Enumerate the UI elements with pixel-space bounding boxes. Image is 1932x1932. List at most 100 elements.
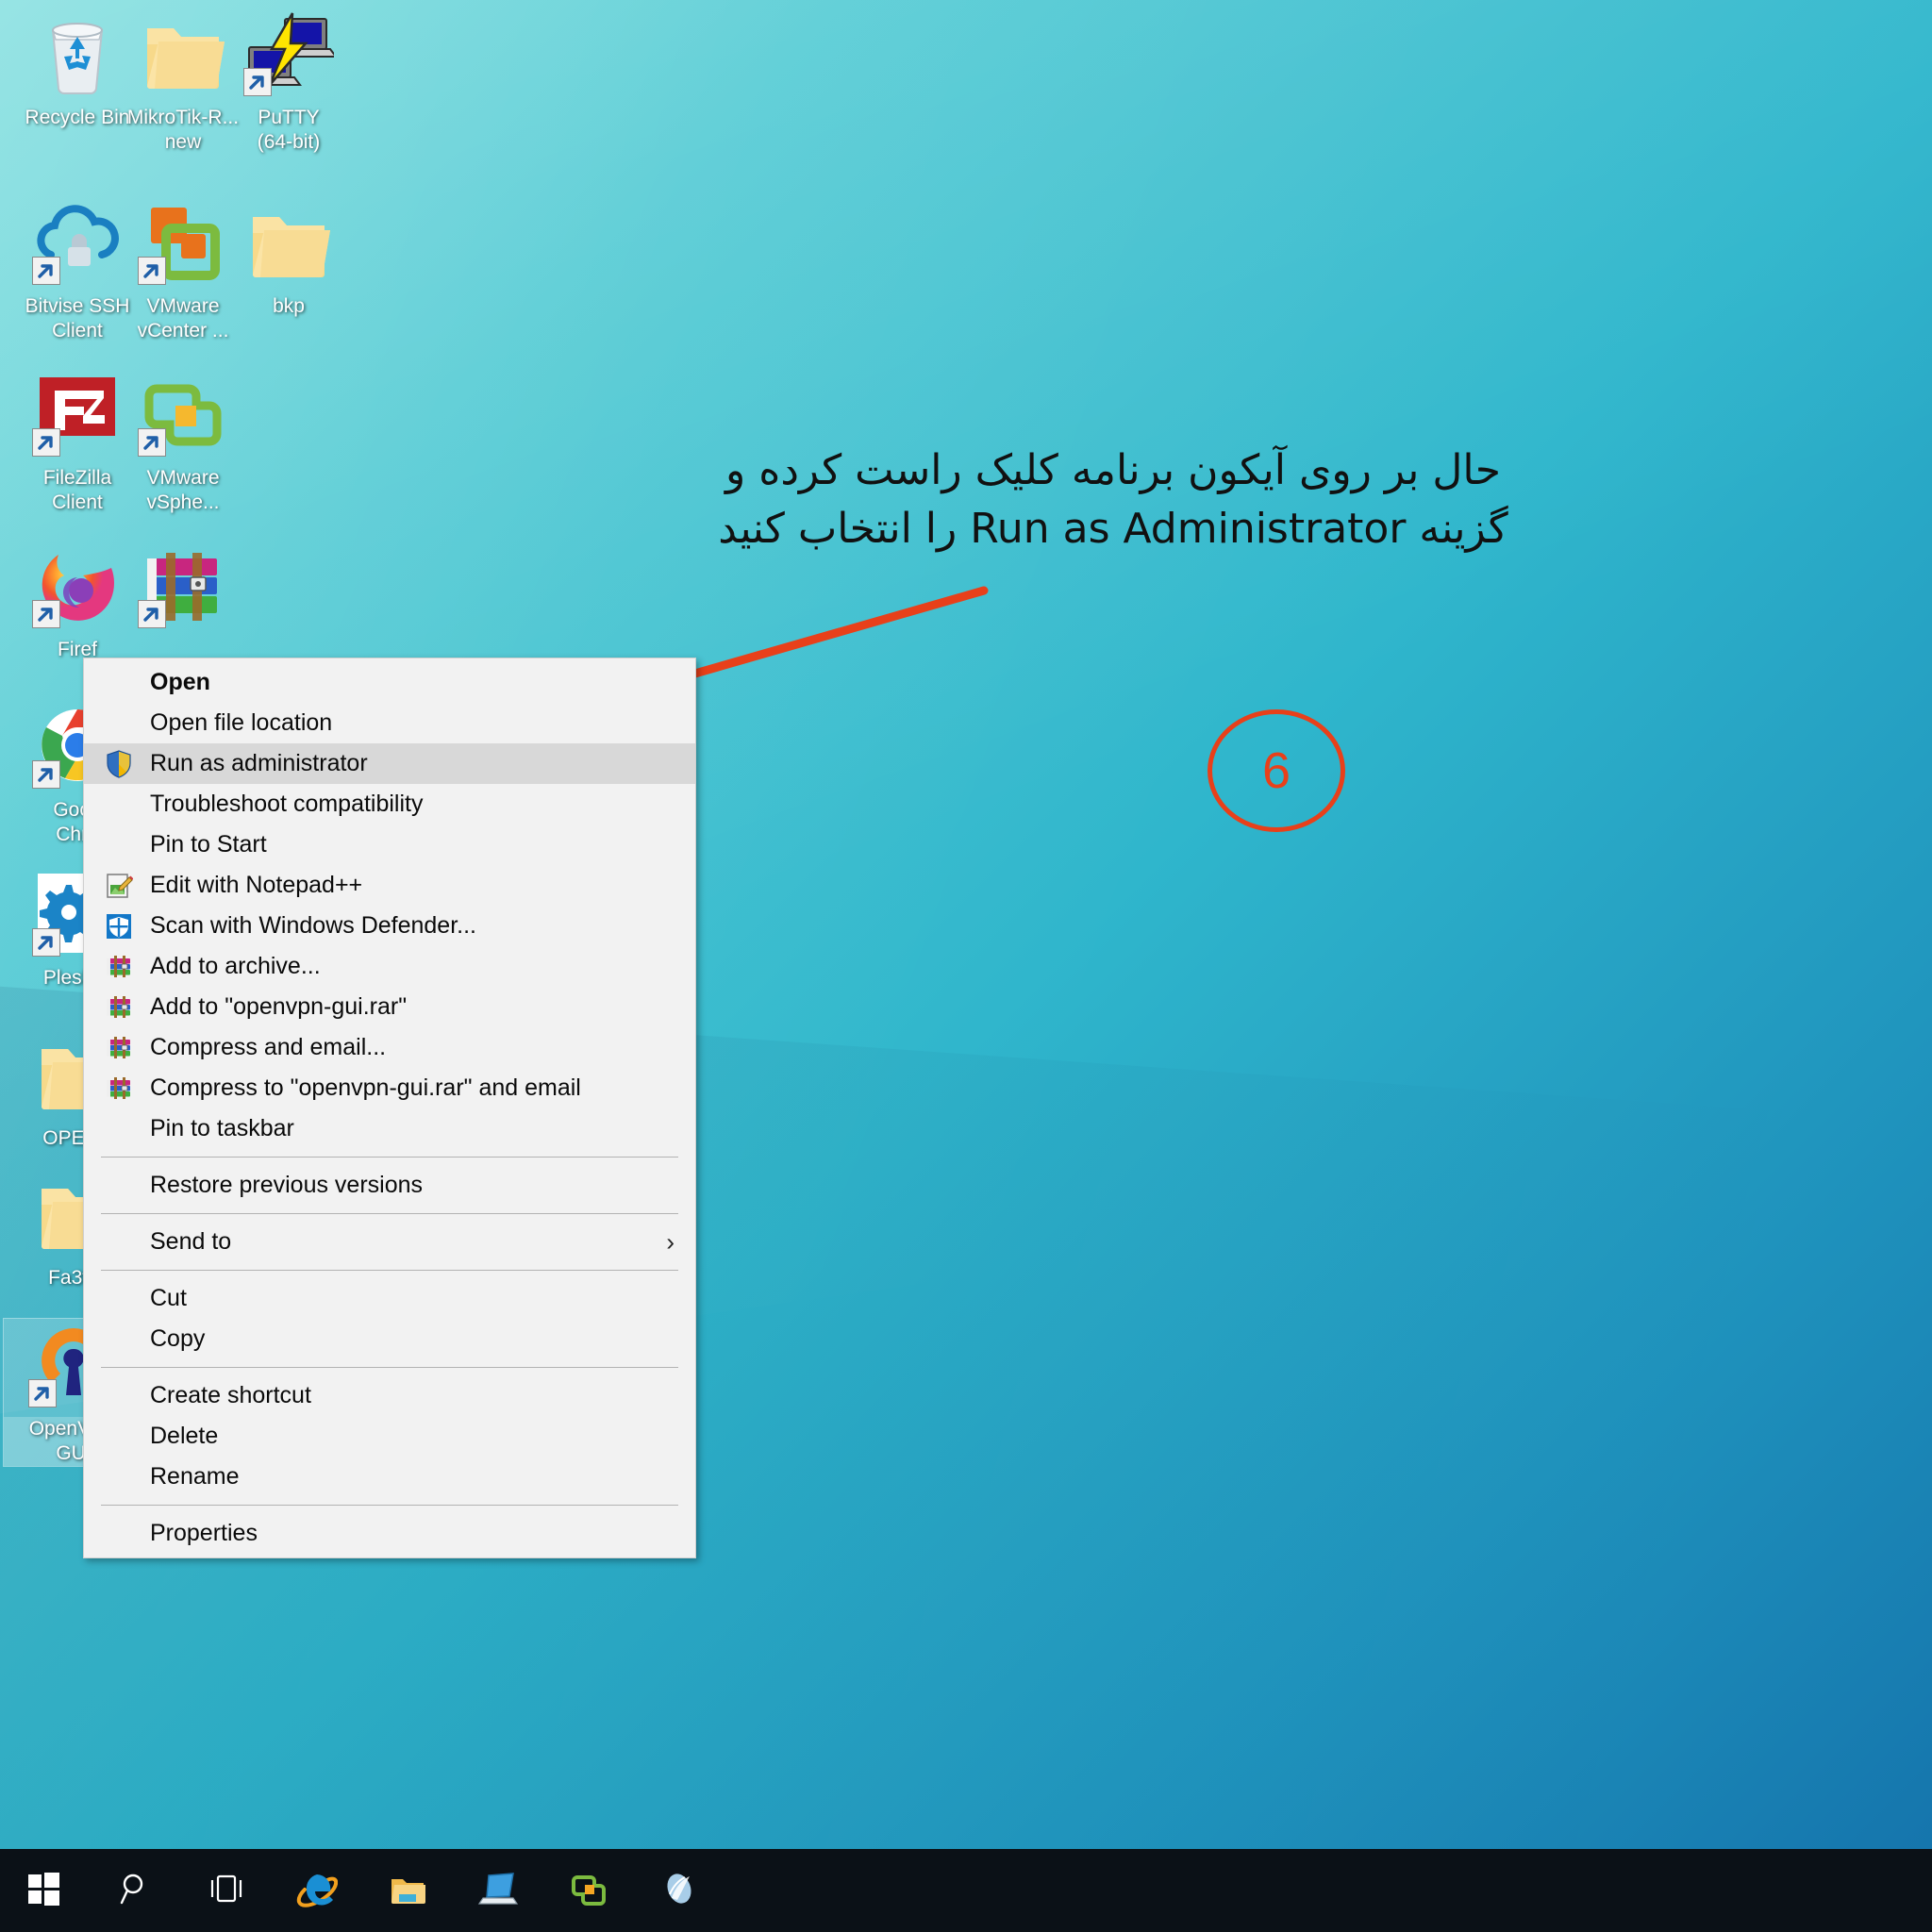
menu-item-send-to[interactable]: Send to › [84, 1222, 695, 1262]
remote-desktop-icon [477, 1868, 519, 1914]
filezilla-icon [32, 368, 123, 458]
desktop-icon-vmware-vsphere[interactable]: VMware vSphe... [113, 368, 253, 515]
winrar-icon [105, 1034, 133, 1062]
shortcut-overlay-icon [28, 1379, 57, 1407]
menu-item-copy[interactable]: Copy [84, 1319, 695, 1359]
shield-icon [105, 749, 133, 778]
internet-explorer-icon [296, 1868, 339, 1914]
annotation-line-2: گزینه Run as Administrator را انتخاب کنی… [718, 505, 1508, 553]
menu-item-restore-previous-versions[interactable]: Restore previous versions [84, 1165, 695, 1206]
menu-item-label: Pin to taskbar [150, 1115, 294, 1141]
step-number-badge: 6 [1208, 709, 1345, 832]
menu-item-pin-to-start[interactable]: Pin to Start [84, 824, 695, 865]
menu-separator [101, 1367, 678, 1368]
menu-item-add-to-archive[interactable]: Add to archive... [84, 946, 695, 987]
defender-icon [105, 912, 133, 941]
vmware-vcenter-icon [138, 196, 228, 287]
menu-item-label: Pin to Start [150, 831, 267, 858]
menu-item-label: Compress to "openvpn-gui.rar" and email [150, 1074, 581, 1101]
putty-icon [243, 8, 338, 98]
shortcut-overlay-icon [32, 257, 60, 285]
desktop-icon-bkp-folder[interactable]: bkp [219, 196, 358, 319]
notepadpp-icon [105, 872, 134, 900]
windows-logo-icon [23, 1868, 64, 1914]
menu-item-label: Edit with Notepad++ [150, 872, 363, 898]
menu-item-open[interactable]: Open [84, 662, 695, 703]
desktop-icon-winrar-openvpn-gui[interactable] [113, 540, 253, 638]
vmware-vsphere-icon [138, 368, 228, 458]
shortcut-overlay-icon [32, 928, 60, 957]
menu-separator [101, 1270, 678, 1271]
start-button[interactable] [0, 1849, 87, 1932]
menu-item-label: Run as administrator [150, 750, 368, 776]
context-menu[interactable]: Open Open file location Run as administra… [83, 658, 696, 1558]
step-number-label: 6 [1261, 742, 1291, 799]
shortcut-overlay-icon [138, 428, 166, 457]
shortcut-overlay-icon [32, 600, 60, 628]
menu-item-open-file-location[interactable]: Open file location [84, 703, 695, 743]
menu-item-compress-and-email[interactable]: Compress and email... [84, 1027, 695, 1068]
menu-item-label: Cut [150, 1285, 187, 1311]
menu-item-cut[interactable]: Cut [84, 1278, 695, 1319]
folder-icon [138, 8, 228, 98]
search-button[interactable] [94, 1849, 177, 1932]
menu-item-troubleshoot-compatibility[interactable]: Troubleshoot compatibility [84, 784, 695, 824]
menu-separator [101, 1157, 678, 1158]
desktop-icon-label: bkp [273, 295, 305, 317]
menu-item-label: Scan with Windows Defender... [150, 912, 476, 939]
menu-separator [101, 1505, 678, 1506]
menu-item-rename[interactable]: Rename [84, 1457, 695, 1497]
menu-item-create-shortcut[interactable]: Create shortcut [84, 1375, 695, 1416]
shortcut-overlay-icon [32, 428, 60, 457]
menu-item-label: Open [150, 669, 210, 695]
menu-item-run-as-administrator[interactable]: Run as administrator [84, 743, 695, 784]
winrar-icon [105, 953, 133, 981]
shortcut-overlay-icon [138, 600, 166, 628]
desktop-icon-label: VMware vSphe... [146, 467, 220, 513]
folder-icon [243, 196, 334, 287]
menu-item-add-to-openvpn-gui-rar[interactable]: Add to "openvpn-gui.rar" [84, 987, 695, 1027]
menu-item-delete[interactable]: Delete [84, 1416, 695, 1457]
vmware-icon [568, 1868, 609, 1914]
vmware-vsphere-task[interactable] [547, 1849, 630, 1932]
mysql-workbench[interactable] [638, 1849, 721, 1932]
menu-item-label: Compress and email... [150, 1034, 387, 1060]
menu-item-label: Troubleshoot compatibility [150, 791, 424, 817]
bitvise-icon [32, 196, 123, 287]
internet-explorer[interactable] [275, 1849, 358, 1932]
dolphin-icon [658, 1868, 700, 1914]
menu-item-scan-with-windows-defender[interactable]: Scan with Windows Defender... [84, 906, 695, 946]
folder-icon [387, 1868, 428, 1914]
menu-item-compress-to-openvpn-gui-rar-and-email[interactable]: Compress to "openvpn-gui.rar" and email [84, 1068, 695, 1108]
taskbar[interactable] [0, 1849, 1932, 1932]
menu-item-label: Copy [150, 1325, 206, 1352]
menu-item-label: Delete [150, 1423, 219, 1449]
search-icon [115, 1868, 157, 1914]
winrar-icon [105, 1074, 133, 1103]
menu-item-label: Add to "openvpn-gui.rar" [150, 993, 408, 1020]
firefox-icon [32, 540, 123, 630]
desktop-icon-putty-64bit[interactable]: PuTTY (64-bit) [219, 8, 358, 155]
menu-item-label: Properties [150, 1520, 258, 1546]
menu-item-label: Send to [150, 1228, 232, 1255]
menu-item-label: Create shortcut [150, 1382, 311, 1408]
file-explorer[interactable] [366, 1849, 449, 1932]
menu-separator [101, 1213, 678, 1214]
menu-item-label: Add to archive... [150, 953, 321, 979]
menu-item-properties[interactable]: Properties [84, 1513, 695, 1554]
menu-item-pin-to-taskbar[interactable]: Pin to taskbar [84, 1108, 695, 1149]
remote-desktop[interactable] [457, 1849, 540, 1932]
menu-item-label: Rename [150, 1463, 240, 1490]
winrar-icon [105, 993, 133, 1022]
desktop-icon-label: PuTTY (64-bit) [257, 107, 321, 153]
chevron-right-icon: › [666, 1227, 675, 1256]
menu-item-edit-with-notepad[interactable]: Edit with Notepad++ [84, 865, 695, 906]
winrar-icon [138, 540, 228, 630]
desktop[interactable]: Recycle Bin MikroTik-R... new PuTTY (64-… [0, 0, 1932, 1932]
task-view-icon [206, 1868, 247, 1914]
annotation-line-1: حال بر روی آیکون برنامه کلیک راست کرده و [725, 446, 1501, 494]
task-view-button[interactable] [185, 1849, 268, 1932]
shortcut-overlay-icon [32, 760, 60, 789]
shortcut-overlay-icon [138, 257, 166, 285]
shortcut-overlay-icon [243, 68, 272, 96]
